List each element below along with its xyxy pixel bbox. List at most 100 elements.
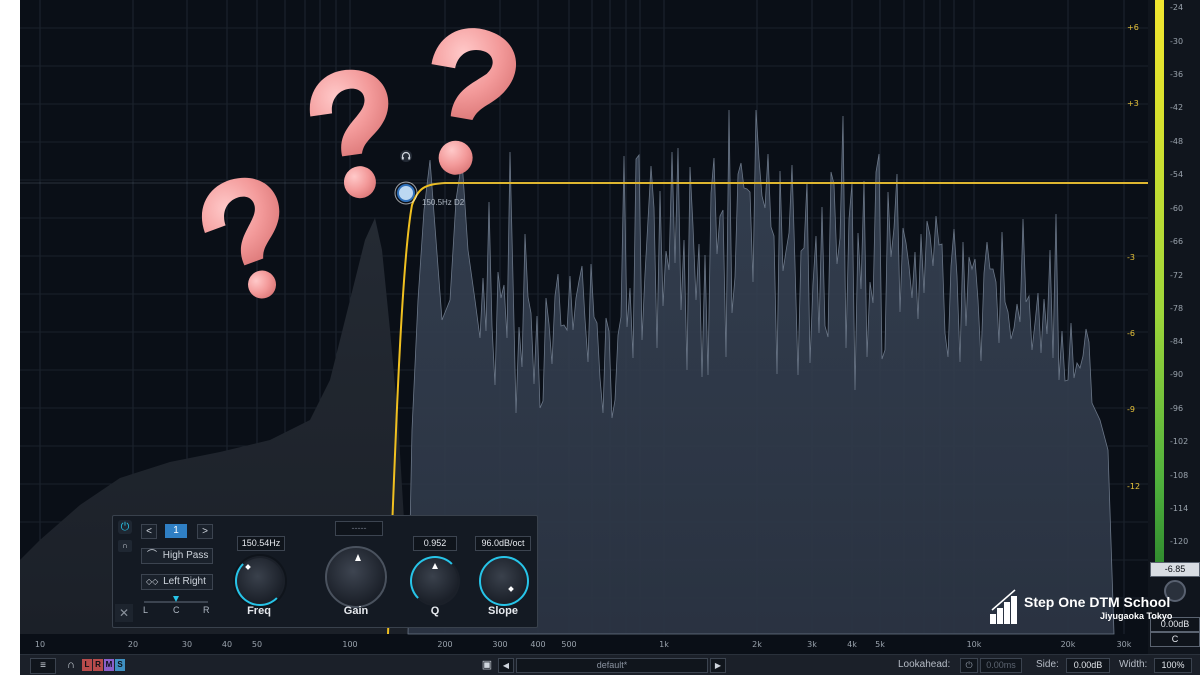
band-number[interactable]: 1 — [165, 524, 187, 538]
width-label: Width: — [1119, 659, 1148, 670]
freq-tick-label: 30 — [181, 640, 193, 649]
lookahead-power-icon[interactable]: ⏻ — [960, 658, 978, 673]
output-pan-value[interactable]: C — [1150, 632, 1200, 647]
gain-tick-label: +6 — [1127, 23, 1139, 32]
q-label: Q — [430, 605, 440, 617]
save-preset-icon[interactable]: ▣ — [480, 658, 494, 672]
band-settings-panel: ⏻ ∩ ✕ < 1 > ⌒ High Pass ◇◇ Left Right L … — [112, 515, 538, 628]
filter-type-dropdown[interactable]: ⌒ High Pass — [141, 548, 213, 564]
freq-value[interactable]: 150.54Hz — [237, 536, 285, 551]
preset-name[interactable]: default* — [516, 658, 708, 673]
freq-tick-label: 100 — [342, 640, 358, 649]
db-tick-label: -60 — [1170, 204, 1184, 213]
pan-slider[interactable]: L C R — [141, 596, 211, 616]
slope-knob[interactable] — [479, 556, 529, 606]
eq-band-node[interactable] — [394, 181, 418, 205]
freq-tick-label: 10k — [966, 640, 982, 649]
q-knob-pointer — [432, 563, 438, 569]
freq-tick-label: 2k — [752, 640, 762, 649]
db-tick-label: -102 — [1170, 437, 1189, 446]
pan-right-label: R — [203, 605, 210, 615]
peak-readout: -6.85 — [1150, 562, 1200, 577]
db-tick-label: -42 — [1170, 103, 1184, 112]
next-preset-button[interactable]: ▶ — [710, 658, 726, 673]
prev-band-button[interactable]: < — [141, 524, 157, 539]
monitor-headphone-icon[interactable]: ∩ — [64, 658, 78, 672]
eq-plugin-window: 150.5Hz D2 10 20 30 40 50 100 200 300 400 500 1k 2k… — [20, 0, 1200, 675]
freq-tick-label: 500 — [561, 640, 577, 649]
freq-label: Freq — [247, 605, 271, 617]
pan-left-label: L — [143, 605, 149, 615]
high-pass-icon: ⌒ — [147, 550, 157, 561]
freq-tick-label: 200 — [437, 640, 453, 649]
freq-tick-label: 5k — [875, 640, 885, 649]
headphone-icon[interactable] — [400, 150, 412, 162]
db-tick-label: -78 — [1170, 304, 1184, 313]
db-tick-label: -90 — [1170, 370, 1184, 379]
filter-type-label: High Pass — [162, 550, 209, 561]
freq-tick-label: 4k — [847, 640, 857, 649]
db-tick-label: -72 — [1170, 271, 1184, 280]
lrms-s[interactable]: S — [115, 659, 125, 671]
side-label: Side: — [1036, 659, 1059, 670]
freq-tick-label: 20 — [127, 640, 139, 649]
gain-tick-label: -12 — [1127, 482, 1141, 491]
level-meter-bar — [1155, 0, 1164, 568]
freq-tick-label: 300 — [492, 640, 508, 649]
freq-tick-label: 20k — [1060, 640, 1076, 649]
db-tick-label: -108 — [1170, 471, 1189, 480]
width-value[interactable]: 100% — [1154, 658, 1192, 673]
gain-knob-pointer — [355, 554, 361, 561]
gain-label: Gain — [343, 605, 369, 617]
gain-tick-label: -3 — [1127, 253, 1135, 262]
channel-mode-dropdown[interactable]: ◇◇ Left Right — [141, 574, 213, 590]
watermark-logo: Step One DTM School Jiyugaoka Tokyo — [988, 588, 1172, 628]
q-value[interactable]: 0.952 — [413, 536, 457, 551]
freq-tick-label: 400 — [530, 640, 546, 649]
lrms-r[interactable]: R — [93, 659, 103, 671]
gain-tick-label: -9 — [1127, 405, 1135, 414]
db-tick-label: -30 — [1170, 37, 1184, 46]
bottom-toolbar: ≡ ∩ L R M S ▣ ◀ default* ▶ Lookahead: ⏻ … — [20, 654, 1200, 675]
side-value[interactable]: 0.00dB — [1066, 658, 1110, 673]
slope-value[interactable]: 96.0dB/oct — [475, 536, 531, 551]
band-solo-button[interactable]: ∩ — [118, 540, 132, 552]
freq-tick-label: 10 — [34, 640, 46, 649]
watermark-subtitle: Jiyugaoka Tokyo — [1100, 611, 1173, 621]
db-tick-label: -66 — [1170, 237, 1184, 246]
band-power-button[interactable]: ⏻ — [118, 520, 132, 534]
stairs-logo-icon — [990, 589, 1017, 624]
freq-tick-label: 40 — [221, 640, 233, 649]
lrms-m[interactable]: M — [104, 659, 114, 671]
watermark-title: Step One DTM School — [1024, 594, 1171, 610]
prev-preset-button[interactable]: ◀ — [498, 658, 514, 673]
next-band-button[interactable]: > — [197, 524, 213, 539]
lrms-l[interactable]: L — [82, 659, 92, 671]
freq-tick-label: 50 — [251, 640, 263, 649]
db-tick-label: -96 — [1170, 404, 1184, 413]
db-tick-label: -36 — [1170, 70, 1184, 79]
menu-button[interactable]: ≡ — [30, 658, 56, 674]
gain-value[interactable]: ----- — [335, 521, 383, 536]
freq-tick-label: 30k — [1116, 640, 1132, 649]
freq-tick-label: 1k — [659, 640, 669, 649]
channel-mode-label: Left Right — [163, 576, 206, 587]
node-label: 150.5Hz D2 — [422, 198, 465, 207]
db-tick-label: -84 — [1170, 337, 1184, 346]
lookahead-value[interactable]: 0.00ms — [980, 658, 1022, 673]
db-tick-label: -48 — [1170, 137, 1184, 146]
db-tick-label: -114 — [1170, 504, 1189, 513]
question-marks-decoration — [201, 28, 517, 299]
lookahead-label: Lookahead: — [898, 659, 951, 670]
band-close-button[interactable]: ✕ — [115, 604, 133, 622]
gain-tick-label: -6 — [1127, 329, 1135, 338]
slope-label: Slope — [488, 605, 518, 617]
db-tick-label: -120 — [1170, 537, 1189, 546]
gain-tick-label: +3 — [1127, 99, 1139, 108]
stereo-icon: ◇◇ — [146, 577, 159, 586]
db-tick-label: -24 — [1170, 3, 1184, 12]
freq-knob[interactable] — [235, 556, 285, 606]
db-tick-label: -54 — [1170, 170, 1184, 179]
pan-center-label: C — [173, 605, 180, 615]
freq-tick-label: 3k — [807, 640, 817, 649]
